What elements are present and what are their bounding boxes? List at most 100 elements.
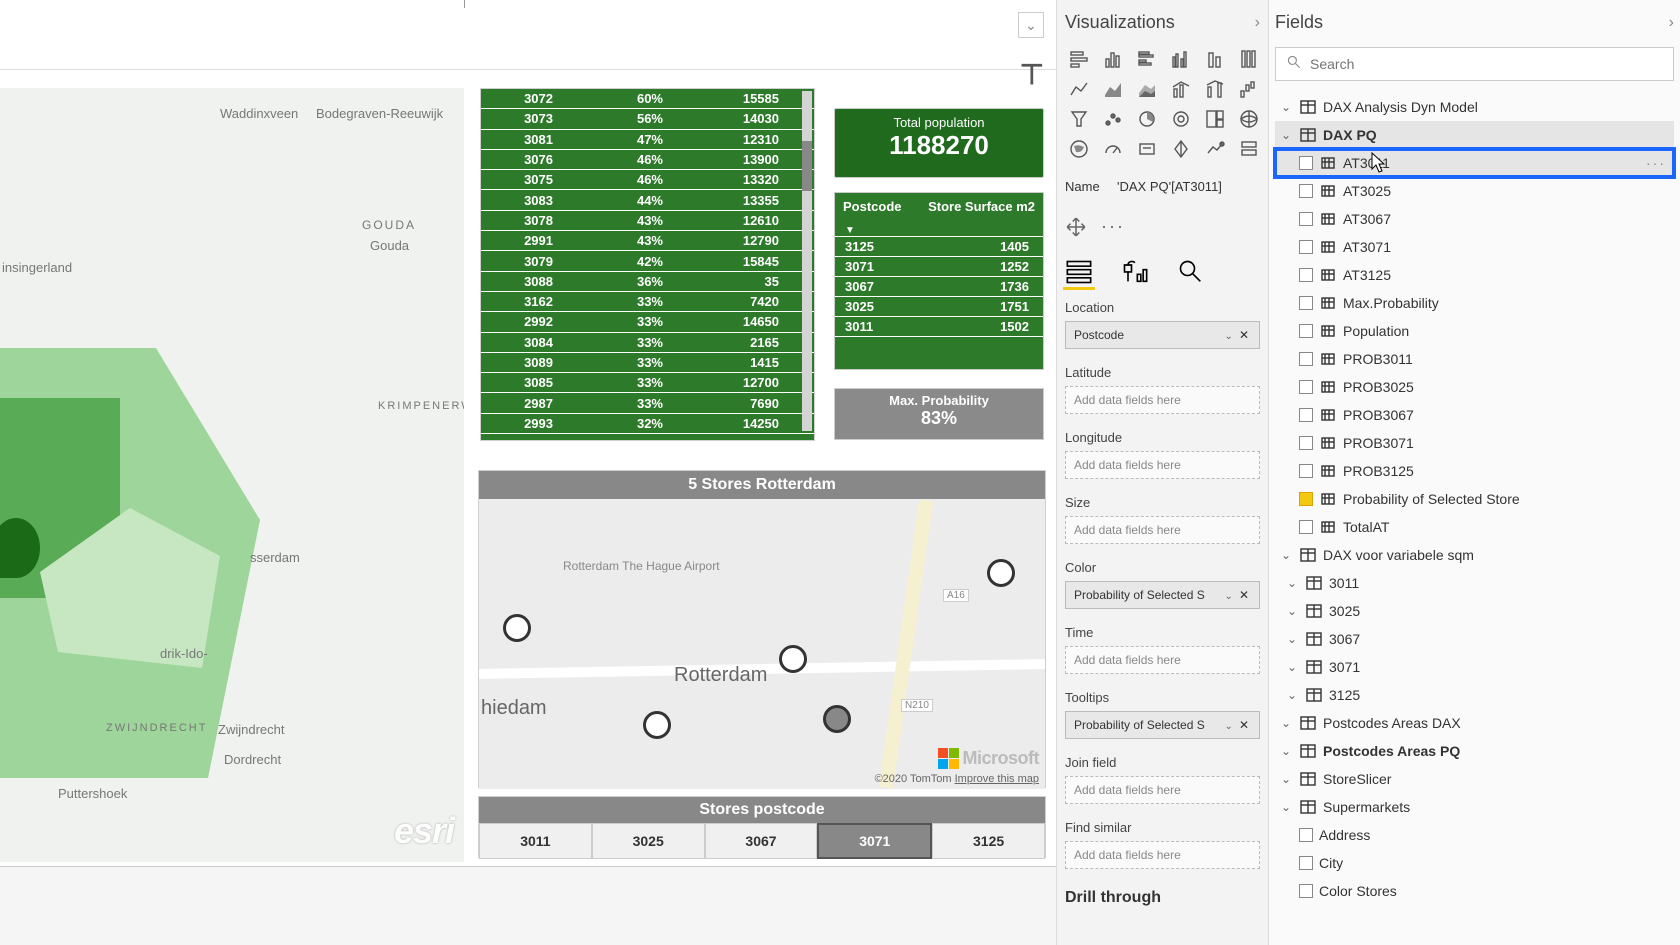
table-row[interactable]: 307260%15585	[481, 89, 814, 109]
tooltips-pill[interactable]: Probability of Selected S ⌄✕	[1065, 711, 1260, 739]
location-pill[interactable]: Postcode ⌄✕	[1065, 321, 1260, 349]
field-checkbox[interactable]	[1299, 436, 1313, 450]
waterfall-icon[interactable]	[1235, 77, 1263, 101]
map-icon[interactable]	[1235, 107, 1263, 131]
max-probability-card[interactable]: Max. Probability 83%	[834, 388, 1044, 440]
store-surface-table[interactable]: Postcode Store Surface m2 ▼ 312514053071…	[834, 192, 1044, 370]
hdr-surface[interactable]: Store Surface m2	[920, 193, 1043, 236]
clustered-column-icon[interactable]	[1167, 47, 1195, 71]
slicer-button[interactable]: 3011	[479, 823, 592, 859]
table-row[interactable]: 308433%2165	[481, 333, 814, 353]
more-icon[interactable]: ···	[1101, 216, 1123, 238]
size-drop[interactable]: Add data fields here	[1065, 516, 1260, 544]
table-supermarkets[interactable]: ⌄Supermarkets	[1275, 793, 1674, 821]
field-probability-of-selected-store[interactable]: Probability of Selected Store	[1275, 485, 1674, 513]
table-dax-pq[interactable]: ⌄DAX PQ	[1275, 121, 1674, 149]
expand-chevron-icon[interactable]: ⌄	[1285, 660, 1299, 674]
field-checkbox[interactable]	[1299, 156, 1313, 170]
field-prob3025[interactable]: PROB3025	[1275, 373, 1674, 401]
table-header[interactable]: Postcode Store Surface m2	[835, 193, 1043, 237]
field-prob3125[interactable]: PROB3125	[1275, 457, 1674, 485]
table-3025[interactable]: ⌄3025	[1275, 597, 1674, 625]
field-checkbox[interactable]	[1299, 324, 1313, 338]
expand-chevron-icon[interactable]: ⌄	[1279, 548, 1293, 562]
expand-chevron-icon[interactable]: ⌄	[1279, 100, 1293, 114]
field-checkbox[interactable]	[1299, 856, 1313, 870]
table-row[interactable]: 31251405	[835, 237, 1043, 257]
esri-choropleth-map[interactable]: Waddinxveen Bodegraven-Reeuwijk GOUDA Go…	[0, 88, 464, 862]
fields-tab-icon[interactable]	[1065, 258, 1093, 284]
scatter-icon[interactable]	[1099, 107, 1127, 131]
filled-map-icon[interactable]	[1065, 137, 1093, 161]
field-checkbox[interactable]	[1299, 828, 1313, 842]
field-color-stores[interactable]: Color Stores	[1275, 877, 1674, 905]
expand-chevron-icon[interactable]: ⌄	[1285, 688, 1299, 702]
donut-chart-icon[interactable]	[1167, 107, 1195, 131]
table-row[interactable]: 30111502	[835, 317, 1043, 337]
table-row[interactable]: 308344%13355	[481, 190, 814, 210]
treemap-icon[interactable]	[1201, 107, 1229, 131]
time-drop[interactable]: Add data fields here	[1065, 646, 1260, 674]
bing-map[interactable]: Rotterdam The Hague Airport Rotterdam hi…	[479, 499, 1045, 789]
fields-search[interactable]	[1275, 47, 1674, 81]
expand-chevron-icon[interactable]: ⌄	[1279, 744, 1293, 758]
longitude-drop[interactable]: Add data fields here	[1065, 451, 1260, 479]
field-checkbox[interactable]	[1299, 380, 1313, 394]
stores-postcode-slicer[interactable]: Stores postcode 30113025306730713125	[478, 796, 1046, 858]
table-postcodes-dax[interactable]: ⌄Postcodes Areas DAX	[1275, 709, 1674, 737]
combo-chart-icon[interactable]	[1167, 77, 1195, 101]
table-3011[interactable]: ⌄3011	[1275, 569, 1674, 597]
column-chart-icon[interactable]	[1099, 47, 1127, 71]
expand-chevron-icon[interactable]: ⌄	[1285, 576, 1299, 590]
table-row[interactable]: 307356%14030	[481, 109, 814, 129]
field-checkbox[interactable]	[1299, 408, 1313, 422]
field-checkbox[interactable]	[1299, 520, 1313, 534]
table-row[interactable]: 307942%15845	[481, 251, 814, 271]
store-marker[interactable]	[503, 614, 531, 642]
nav-toggle[interactable]: ⊤	[1020, 58, 1044, 91]
table-row[interactable]: 316233%7420	[481, 292, 814, 312]
field-checkbox[interactable]	[1299, 884, 1313, 898]
slicer-button[interactable]: 3071	[817, 823, 932, 859]
table-dax-analysis[interactable]: ⌄DAX Analysis Dyn Model	[1275, 93, 1674, 121]
table-storeslicer[interactable]: ⌄StoreSlicer	[1275, 765, 1674, 793]
expand-chevron-icon[interactable]: ⌄	[1279, 772, 1293, 786]
table-row[interactable]: 308933%1415	[481, 353, 814, 373]
multi-row-card-icon[interactable]	[1235, 137, 1263, 161]
remove-icon[interactable]: ✕	[1237, 328, 1251, 342]
field-address[interactable]: Address	[1275, 821, 1674, 849]
field-prob3011[interactable]: PROB3011	[1275, 345, 1674, 373]
table-row[interactable]: 298733%7690	[481, 393, 814, 413]
table-3067[interactable]: ⌄3067	[1275, 625, 1674, 653]
store-marker-selected[interactable]	[823, 705, 851, 733]
funnel-icon[interactable]	[1065, 107, 1093, 131]
gauge-icon[interactable]	[1099, 137, 1127, 161]
stacked-area-icon[interactable]	[1133, 77, 1161, 101]
store-marker[interactable]	[643, 711, 671, 739]
expand-chevron-icon[interactable]: ⌄	[1279, 716, 1293, 730]
field-max-probability[interactable]: Max.Probability	[1275, 289, 1674, 317]
arcgis-icon[interactable]	[1167, 137, 1195, 161]
expand-chevron-icon[interactable]: ⌄	[1279, 800, 1293, 814]
total-population-card[interactable]: Total population 1188270	[834, 108, 1044, 178]
table-dax-voor[interactable]: ⌄DAX voor variabele sqm	[1275, 541, 1674, 569]
dropdown-icon[interactable]: ⌄	[1225, 721, 1233, 732]
slicer-button[interactable]: 3125	[932, 823, 1045, 859]
probability-table[interactable]: 307260%15585307356%14030308147%123103076…	[480, 88, 815, 441]
field-checkbox[interactable]	[1299, 268, 1313, 282]
field-totalat[interactable]: TotalAT	[1275, 513, 1674, 541]
expand-chevron-icon[interactable]: ⌄	[1279, 128, 1293, 142]
table-postcodes-pq[interactable]: ⌄Postcodes Areas PQ	[1275, 737, 1674, 765]
table-row[interactable]: 308147%12310	[481, 130, 814, 150]
search-input[interactable]	[1310, 56, 1663, 72]
latitude-drop[interactable]: Add data fields here	[1065, 386, 1260, 414]
table-3071[interactable]: ⌄3071	[1275, 653, 1674, 681]
field-checkbox[interactable]	[1299, 296, 1313, 310]
join-drop[interactable]: Add data fields here	[1065, 776, 1260, 804]
expand-chevron-icon[interactable]: ⌄	[1285, 604, 1299, 618]
kpi-icon[interactable]	[1201, 137, 1229, 161]
collapse-button[interactable]: ⌄	[1018, 12, 1044, 38]
improve-map-link[interactable]: Improve this map	[955, 773, 1039, 785]
field-checkbox[interactable]	[1299, 492, 1313, 506]
table-row[interactable]: 308533%12700	[481, 373, 814, 393]
